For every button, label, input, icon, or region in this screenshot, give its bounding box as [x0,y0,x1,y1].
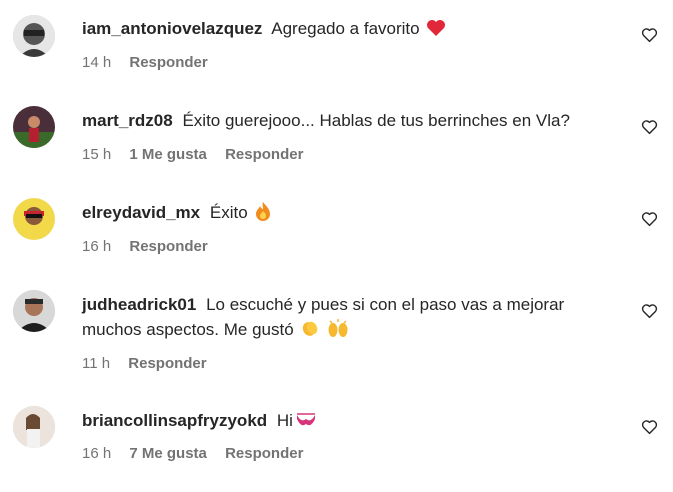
avatar-image [13,290,55,332]
comment-meta: 16 h Responder [82,238,222,255]
comment-text: Agregado a favorito [271,19,420,38]
red-heart-emoji-icon [426,19,446,44]
avatar[interactable] [13,106,55,148]
avatar-image [13,106,55,148]
like-heart-icon[interactable] [641,419,658,435]
reply-button[interactable]: Responder [128,355,206,372]
like-heart-icon[interactable] [641,119,658,135]
like-heart-icon[interactable] [641,27,658,43]
like-heart-icon[interactable] [641,303,658,319]
clapping-hands-emoji-icon [300,318,320,345]
likes-count[interactable]: 7 Me gusta [129,445,207,462]
avatar[interactable] [13,15,55,57]
avatar-image [13,15,55,57]
avatar[interactable] [13,290,55,332]
comment-line: mart_rdz08 Éxito guerejooo... Hablas de … [82,108,625,133]
comment-item: elreydavid_mx Éxito 16 h Responder [0,184,673,276]
likes-count[interactable]: 1 Me gusta [129,146,207,163]
comment-text: Éxito [209,203,248,222]
comment-line: elreydavid_mx Éxito [82,200,625,228]
comment-time: 16 h [82,238,112,255]
reply-button[interactable]: Responder [129,238,207,255]
comment-meta: 14 h Responder [82,54,222,71]
comment-meta: 11 h Responder [82,355,221,372]
comment-username[interactable]: iam_antoniovelazquez [82,19,262,38]
like-heart-icon[interactable] [641,211,658,227]
comment-item: judheadrick01 Lo escuché y pues si con e… [0,276,673,394]
comment-time: 11 h [82,355,111,372]
comment-item: iam_antoniovelazquez Agregado a favorito… [0,0,673,92]
avatar-image [13,406,55,448]
comment-meta: 15 h 1 Me gusta Responder [82,146,317,163]
comment-line: judheadrick01 Lo escuché y pues si con e… [82,292,625,345]
reply-button[interactable]: Responder [225,146,303,163]
fire-emoji-icon [254,201,272,228]
avatar-image [13,198,55,240]
comment-username[interactable]: judheadrick01 [82,295,196,314]
comment-time: 15 h [82,146,112,163]
comment-meta: 16 h 7 Me gusta Responder [82,445,317,462]
comment-time: 14 h [82,54,112,71]
comment-text: Hi [276,411,293,430]
raising-hands-emoji-icon [327,318,349,345]
comment-username[interactable]: mart_rdz08 [82,111,173,130]
comment-item: mart_rdz08 Éxito guerejooo... Hablas de … [0,92,673,184]
reply-button[interactable]: Responder [225,445,303,462]
comment-line: iam_antoniovelazquez Agregado a favorito [82,16,625,44]
lingerie-emoji-icon [295,411,317,436]
comment-time: 16 h [82,445,112,462]
avatar[interactable] [13,198,55,240]
reply-button[interactable]: Responder [129,54,207,71]
avatar[interactable] [13,406,55,448]
comment-line: briancollinsapfryzyokd Hi [82,408,625,436]
comment-username[interactable]: elreydavid_mx [82,203,200,222]
comment-item: briancollinsapfryzyokd Hi 16 h 7 Me gust… [0,392,673,492]
comment-text: Éxito guerejooo... Hablas de tus berrinc… [182,111,570,130]
comment-username[interactable]: briancollinsapfryzyokd [82,411,267,430]
